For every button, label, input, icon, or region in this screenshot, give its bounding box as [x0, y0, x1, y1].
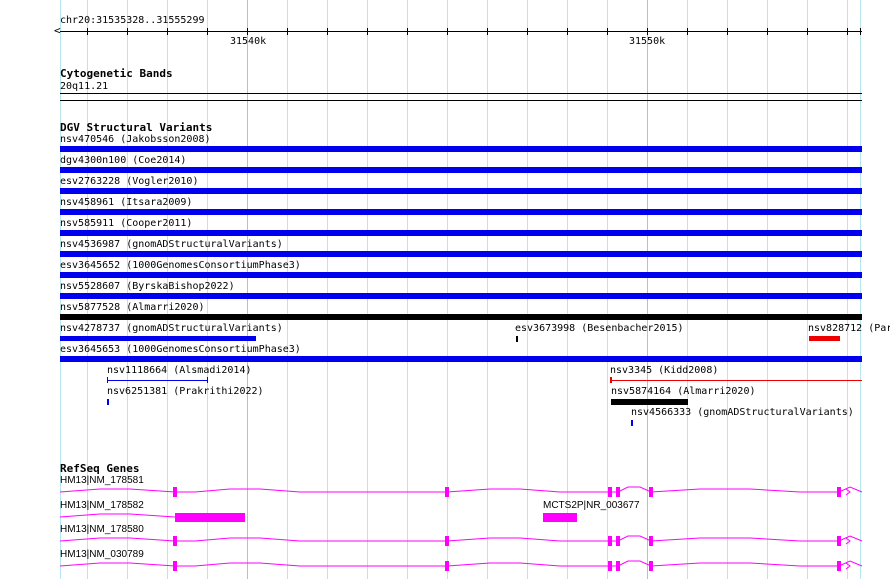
gene-models[interactable] [0, 0, 890, 579]
exon[interactable] [837, 487, 841, 497]
strand-arrow-icon[interactable] [845, 562, 851, 570]
exon[interactable] [649, 487, 653, 497]
strand-arrow-icon[interactable] [845, 488, 851, 496]
exon[interactable] [837, 536, 841, 546]
exon[interactable] [608, 561, 612, 571]
strand-arrow-icon[interactable] [845, 537, 851, 545]
exon[interactable] [608, 487, 612, 497]
exon[interactable] [445, 487, 449, 497]
exon[interactable] [837, 561, 841, 571]
intron-line[interactable] [59, 535, 863, 542]
exon[interactable] [175, 513, 245, 522]
exon[interactable] [173, 536, 177, 546]
intron-line[interactable] [59, 560, 863, 567]
exon[interactable] [173, 487, 177, 497]
exon[interactable] [649, 561, 653, 571]
exon[interactable] [616, 536, 620, 546]
exon[interactable] [445, 561, 449, 571]
exon[interactable] [543, 513, 577, 522]
exon[interactable] [608, 536, 612, 546]
exon[interactable] [616, 487, 620, 497]
exon[interactable] [616, 561, 620, 571]
exon[interactable] [649, 536, 653, 546]
intron-line[interactable] [59, 513, 176, 518]
exon[interactable] [445, 536, 449, 546]
exon[interactable] [173, 561, 177, 571]
intron-line[interactable] [59, 486, 863, 493]
